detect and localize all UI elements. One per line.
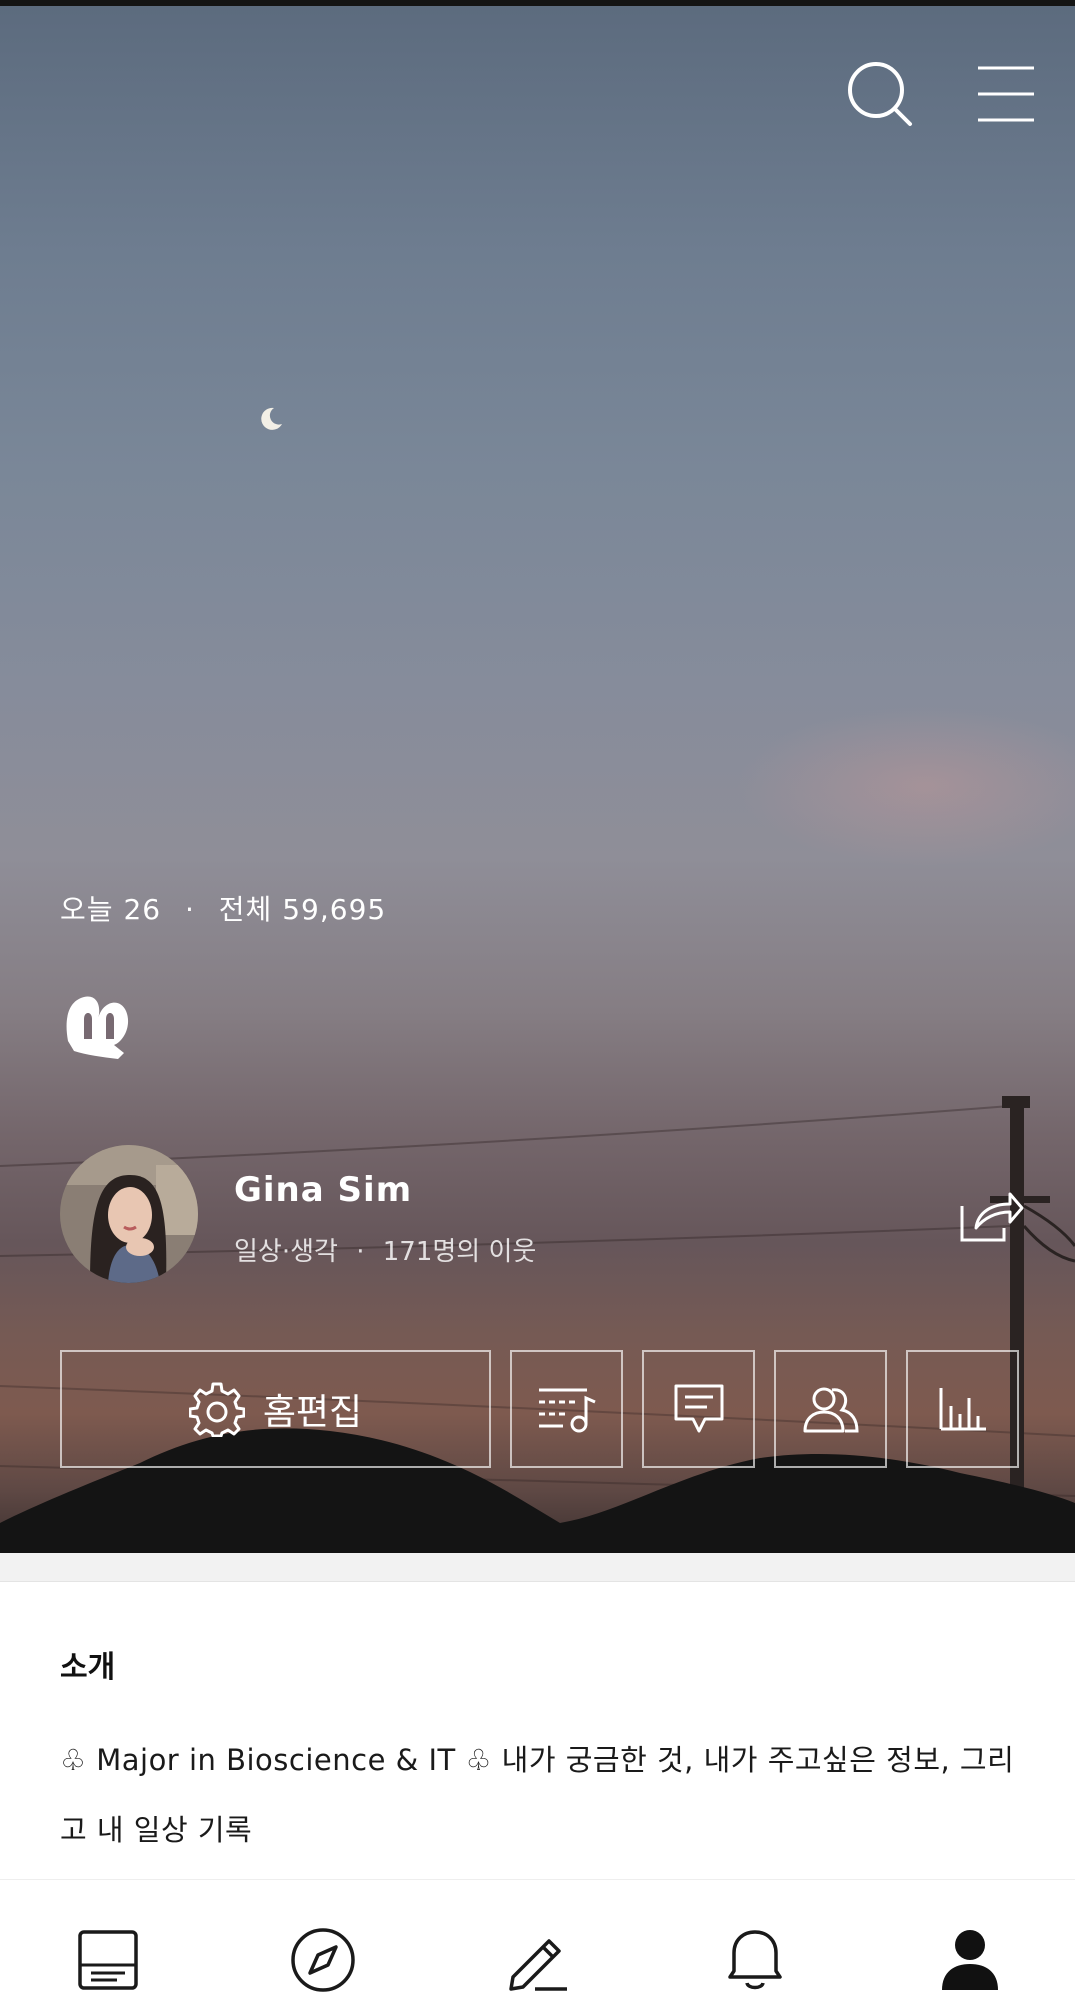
bell-icon: [728, 1930, 782, 1990]
feed-icon: [78, 1930, 138, 1990]
profile-neighbors[interactable]: 171명의 이웃: [383, 1237, 537, 1267]
tab-notifications[interactable]: [715, 1920, 795, 2000]
hamburger-menu-icon: [978, 66, 1034, 122]
tab-feed[interactable]: [68, 1920, 148, 2000]
edit-home-label: 홈편집: [262, 1392, 363, 1433]
avatar[interactable]: [60, 1145, 198, 1283]
search-button[interactable]: [846, 60, 916, 130]
today-label: 오늘: [60, 893, 114, 926]
total-count: 59,695: [282, 893, 387, 926]
intro-title: 소개: [60, 1650, 116, 1685]
stats-button[interactable]: [906, 1350, 1019, 1468]
share-icon: [960, 1192, 1024, 1242]
neighbors-icon: [803, 1387, 859, 1433]
avatar-photo: [60, 1145, 198, 1283]
comment-icon: [674, 1384, 723, 1433]
pencil-icon: [509, 1939, 567, 1991]
bottom-tab-bar: [0, 1879, 1075, 2010]
tab-my-blog[interactable]: [930, 1920, 1010, 2000]
profile-category: 일상·생각: [234, 1237, 338, 1267]
share-button[interactable]: [958, 1188, 1024, 1244]
guestbook-button[interactable]: [642, 1350, 755, 1468]
intro-text: ♧ Major in Bioscience & IT ♧ 내가 궁금한 것, 내…: [60, 1743, 1015, 1847]
tab-discover[interactable]: [283, 1920, 363, 2000]
stats-icon: [939, 1388, 986, 1431]
total-label: 전체: [218, 893, 273, 926]
neighbors-button[interactable]: [774, 1350, 887, 1468]
playlist-button[interactable]: [510, 1350, 623, 1468]
profile-name[interactable]: Gina Sim: [234, 1170, 412, 1210]
gear-icon: [188, 1382, 245, 1437]
visit-separator: ·: [184, 893, 195, 926]
today-count: 26: [123, 893, 162, 926]
profile-meta-separator: ·: [356, 1237, 365, 1267]
blog-logo-icon: [66, 996, 129, 1059]
section-divider: [0, 1553, 1075, 1582]
edit-home-button[interactable]: 홈편집: [60, 1350, 491, 1468]
playlist-icon: [538, 1388, 596, 1433]
visit-counts: 오늘 26 · 전체 59,695: [60, 888, 386, 928]
cover-image: 오늘 26 · 전체 59,695 Gina Sim 일상·생각 · 171명의…: [0, 6, 1075, 1553]
menu-button[interactable]: [976, 64, 1036, 124]
compass-icon: [291, 1928, 355, 1992]
tab-write[interactable]: [498, 1920, 578, 2000]
profile-meta: 일상·생각 · 171명의 이웃: [234, 1231, 536, 1268]
moon-icon: [261, 407, 282, 430]
search-icon: [848, 62, 912, 126]
profile-icon: [942, 1930, 998, 1990]
